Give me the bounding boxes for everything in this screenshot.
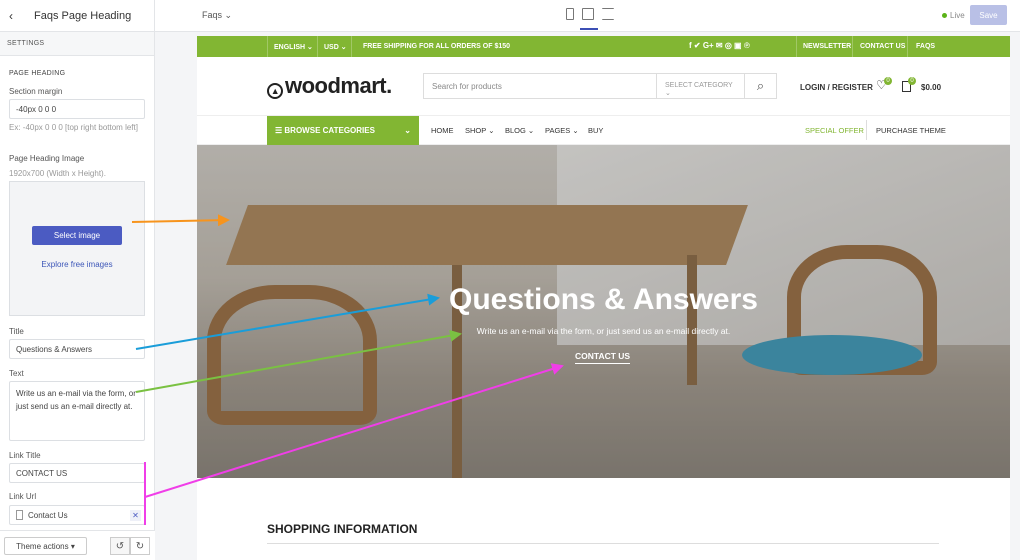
link-url-label: Link Url xyxy=(9,492,37,501)
fullwidth-icon[interactable] xyxy=(602,8,614,20)
login-link[interactable]: LOGIN / REGISTER xyxy=(800,83,873,92)
site-header: ▲ woodmart. Search for products SELECT CA… xyxy=(197,57,1010,116)
section-heading: PAGE HEADING xyxy=(9,70,66,77)
desktop-icon[interactable] xyxy=(582,8,594,20)
link-url-value: Contact Us xyxy=(28,511,68,520)
site-nav: ☰ BROWSE CATEGORIES ⌄ HOME SHOP ⌄ BLOG ⌄ … xyxy=(197,116,1010,145)
panel-footer: Theme actions ▾ ↺ ↻ xyxy=(0,530,155,560)
active-device-indicator xyxy=(580,28,598,30)
title-label: Title xyxy=(9,327,24,336)
browse-categories-button[interactable]: ☰ BROWSE CATEGORIES ⌄ xyxy=(267,116,419,145)
nav-shop[interactable]: SHOP ⌄ xyxy=(465,126,495,135)
category-select[interactable]: SELECT CATEGORY ⌄ xyxy=(656,74,746,98)
nav-home[interactable]: HOME xyxy=(431,126,454,135)
nav-pages[interactable]: PAGES ⌄ xyxy=(545,126,579,135)
site-topbar: ENGLISH ⌄ USD ⌄ FREE SHIPPING FOR ALL OR… xyxy=(197,36,1010,57)
link-url-input[interactable]: Contact Us ✕ xyxy=(9,505,145,525)
nav-divider xyxy=(866,120,867,140)
section-margin-hint: Ex: -40px 0 0 0 [top right bottom left] xyxy=(9,123,138,132)
nav-buy[interactable]: BUY xyxy=(588,126,603,135)
hero-title: Questions & Answers xyxy=(449,283,758,316)
title-input[interactable]: Questions & Answers xyxy=(9,339,145,359)
browse-label: BROWSE CATEGORIES xyxy=(284,126,375,135)
wishlist-badge: 0 xyxy=(884,77,892,85)
hero-contact-link[interactable]: CONTACT US xyxy=(575,351,631,364)
live-status: Live xyxy=(942,11,965,20)
section-margin-input[interactable]: -40px 0 0 0 xyxy=(9,99,145,119)
newsletter-link[interactable]: NEWSLETTER xyxy=(803,43,851,50)
chevron-down-icon: ⌄ xyxy=(404,126,411,135)
hero-text: Write us an e-mail via the form, or just… xyxy=(476,326,731,336)
currency-selector[interactable]: USD ⌄ xyxy=(324,43,347,51)
section-margin-label: Section margin xyxy=(9,87,63,96)
image-dropzone: Select image Explore free images xyxy=(9,181,145,316)
theme-actions-button[interactable]: Theme actions ▾ xyxy=(4,537,87,555)
tree-icon: ▲ xyxy=(267,83,283,99)
text-label: Text xyxy=(9,369,24,378)
link-title-input[interactable]: CONTACT US xyxy=(9,463,145,483)
live-label: Live xyxy=(950,11,965,20)
settings-panel: SETTINGS PAGE HEADING Section margin -40… xyxy=(0,32,155,560)
cart-total[interactable]: $0.00 xyxy=(921,83,941,92)
save-button[interactable]: Save xyxy=(970,5,1007,25)
site-logo[interactable]: ▲ woodmart. xyxy=(267,73,392,99)
device-switcher xyxy=(566,8,614,20)
search-bar[interactable]: Search for products SELECT CATEGORY ⌄ ⌕ xyxy=(423,73,777,99)
section-heading-shopping: SHOPPING INFORMATION xyxy=(267,522,418,536)
select-image-button[interactable]: Select image xyxy=(32,226,122,245)
cart-badge: 0 xyxy=(908,77,916,85)
panel-header: ‹ Faqs Page Heading xyxy=(0,0,155,32)
undo-icon[interactable]: ↺ xyxy=(110,537,130,555)
customizer-topbar: ‹ Faqs Page Heading Faqs ⌄ Live Save xyxy=(0,0,1020,32)
nav-blog[interactable]: BLOG ⌄ xyxy=(505,126,534,135)
section-divider xyxy=(267,543,939,544)
faqs-link[interactable]: FAQS xyxy=(916,43,935,50)
page-heading-hero: Questions & Answers Write us an e-mail v… xyxy=(197,145,1010,478)
page-icon xyxy=(16,510,23,520)
image-label: Page Heading Image xyxy=(9,154,85,163)
contact-link[interactable]: CONTACT US xyxy=(860,43,905,50)
back-chevron-icon[interactable]: ‹ xyxy=(0,9,22,23)
page-selector-label: Faqs xyxy=(202,10,223,20)
panel-title: Faqs Page Heading xyxy=(34,10,132,22)
text-input[interactable]: Write us an e-mail via the form, or just… xyxy=(9,381,145,441)
settings-heading: SETTINGS xyxy=(0,32,154,56)
site-preview: ENGLISH ⌄ USD ⌄ FREE SHIPPING FOR ALL OR… xyxy=(197,36,1010,560)
image-hint: 1920x700 (Width x Height). xyxy=(9,169,106,178)
clear-icon[interactable]: ✕ xyxy=(130,510,141,521)
special-offer-link[interactable]: SPECIAL OFFER xyxy=(805,126,864,135)
link-title-label: Link Title xyxy=(9,451,41,460)
live-dot-icon xyxy=(942,13,947,18)
tablet-icon[interactable] xyxy=(566,8,574,20)
search-icon[interactable]: ⌕ xyxy=(744,74,776,98)
page-selector[interactable]: Faqs ⌄ xyxy=(202,10,232,21)
redo-icon[interactable]: ↻ xyxy=(130,537,150,555)
explore-images-link[interactable]: Explore free images xyxy=(10,260,144,269)
language-selector[interactable]: ENGLISH ⌄ xyxy=(274,43,313,51)
search-input[interactable]: Search for products xyxy=(432,82,502,91)
shipping-notice: FREE SHIPPING FOR ALL ORDERS OF $150 xyxy=(363,43,511,50)
purchase-theme-link[interactable]: PURCHASE THEME xyxy=(876,126,946,135)
logo-text: woodmart. xyxy=(285,73,392,98)
social-icons[interactable]: f ✔ G+ ✉ ◎ ▣ ℗ xyxy=(689,41,750,50)
